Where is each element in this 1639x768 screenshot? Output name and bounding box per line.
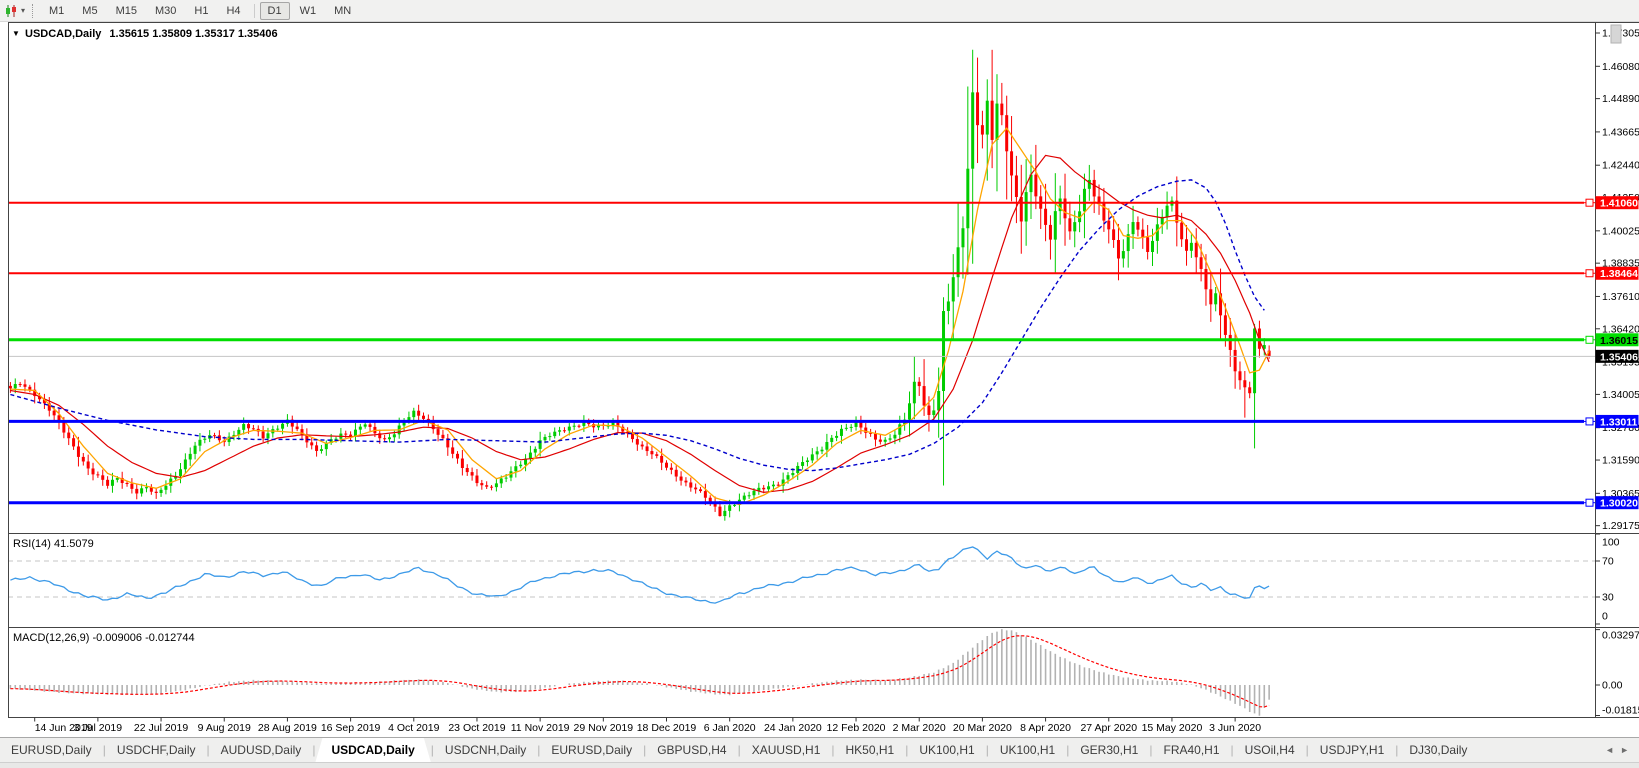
timeframe-button-M5[interactable]: M5 (74, 2, 105, 20)
chart-tool-button[interactable]: ▾ (0, 0, 30, 21)
date-tick-label: 6 Jan 2020 (704, 722, 756, 734)
chart-tab-USDJPY-H1[interactable]: USDJPY,H1 (1309, 738, 1395, 762)
chart-tab-USDCAD-Daily[interactable]: USDCAD,Daily (315, 738, 430, 762)
date-tick-label: 8 Apr 2020 (1020, 722, 1071, 734)
date-tick-label: 3 Jul 2019 (74, 722, 123, 734)
level-anchor-marker[interactable] (1586, 270, 1593, 277)
tab-scroll-arrows: ◄ ► (1595, 738, 1639, 762)
chart-tab-EURUSD-Daily[interactable]: EURUSD,Daily (0, 738, 103, 762)
date-tick-label: 24 Jan 2020 (764, 722, 822, 734)
price-tick-label: 1.29175 (1602, 520, 1639, 532)
date-tick-label: 11 Nov 2019 (511, 722, 570, 734)
timeframe-button-H4[interactable]: H4 (218, 2, 248, 20)
timeframe-button-H1[interactable]: H1 (186, 2, 216, 20)
date-tick-label: 28 Aug 2019 (258, 722, 317, 734)
chart-tab-XAUUSD-H1[interactable]: XAUUSD,H1 (741, 738, 832, 762)
date-tick-label: 29 Nov 2019 (574, 722, 634, 734)
price-tick-label: 1.37610 (1602, 291, 1639, 303)
toolbar-separator (254, 4, 255, 18)
chart-tab-EURUSD-Daily[interactable]: EURUSD,Daily (540, 738, 643, 762)
status-strip (0, 762, 1639, 768)
timeframe-button-W1[interactable]: W1 (292, 2, 325, 20)
price-level-badge-label: 1.33011 (1600, 416, 1638, 428)
price-tick-label: 1.43665 (1602, 126, 1639, 138)
chart-tab-USDCNH-Daily[interactable]: USDCNH,Daily (434, 738, 537, 762)
price-level-badge-label: 1.41060 (1600, 198, 1638, 210)
macd-tick-label: -0.018154 (1602, 705, 1639, 717)
timeframe-button-M1[interactable]: M1 (41, 2, 72, 20)
price-level-badge-label: 1.35406 (1600, 351, 1638, 363)
price-tick-label: 1.42440 (1602, 160, 1639, 172)
chart-tab-UK100-H1[interactable]: UK100,H1 (989, 738, 1066, 762)
date-tick-label: 22 Jul 2019 (134, 722, 188, 734)
date-tick-label: 23 Oct 2019 (448, 722, 505, 734)
top-toolbar: ▾ M1M5M15M30H1H4 D1W1MN (0, 0, 1639, 22)
candlestick-chart-icon (4, 4, 19, 18)
price-tick-label: 1.34005 (1602, 389, 1639, 401)
chart-background (0, 22, 1639, 737)
date-tick-label: 18 Dec 2019 (637, 722, 697, 734)
timeframe-button-MN[interactable]: MN (326, 2, 359, 20)
rsi-tick-label: 100 (1602, 537, 1620, 549)
tab-scroll-right-icon[interactable]: ► (1620, 745, 1629, 755)
tab-separator: | (312, 738, 315, 762)
level-anchor-marker[interactable] (1586, 336, 1593, 343)
timeframe-button-M15[interactable]: M15 (108, 2, 145, 20)
rsi-tick-label: 70 (1602, 556, 1614, 568)
chart-tab-USDCHF-Daily[interactable]: USDCHF,Daily (106, 738, 207, 762)
collapse-triangle-icon[interactable]: ▼ (12, 29, 20, 38)
tab-scroll-left-icon[interactable]: ◄ (1605, 745, 1614, 755)
chart-tab-AUDUSD-Daily[interactable]: AUDUSD,Daily (210, 738, 313, 762)
level-anchor-marker[interactable] (1586, 199, 1593, 206)
date-tick-label: 9 Aug 2019 (198, 722, 251, 734)
timeframe-button-D1[interactable]: D1 (260, 2, 290, 20)
toolbar-grip[interactable] (32, 4, 35, 18)
price-tick-label: 1.31590 (1602, 455, 1639, 467)
chart-tab-bar: EURUSD,Daily|USDCHF,Daily|AUDUSD,Daily|U… (0, 737, 1639, 762)
level-anchor-marker[interactable] (1586, 418, 1593, 425)
chart-tab-USOil-H4[interactable]: USOil,H4 (1234, 738, 1306, 762)
chart-tab-DJ30-Daily[interactable]: DJ30,Daily (1398, 738, 1478, 762)
date-tick-label: 16 Sep 2019 (321, 722, 381, 734)
date-tick-label: 4 Oct 2019 (388, 722, 440, 734)
macd-tick-label: 0.00 (1602, 680, 1623, 692)
chart-tab-GBPUSD-H4[interactable]: GBPUSD,H4 (646, 738, 737, 762)
level-anchor-marker[interactable] (1586, 499, 1593, 506)
chart-tab-UK100-H1[interactable]: UK100,H1 (908, 738, 985, 762)
macd-tick-label: 0.032972 (1602, 630, 1639, 642)
chart-title: USDCAD,Daily1.35615 1.35809 1.35317 1.35… (25, 28, 278, 40)
chart-tab-FRA40-H1[interactable]: FRA40,H1 (1152, 738, 1230, 762)
date-tick-label: 15 May 2020 (1142, 722, 1203, 734)
timeframe-button-M30[interactable]: M30 (147, 2, 184, 20)
price-level-badge-label: 1.38464 (1600, 268, 1638, 280)
chevron-down-icon: ▾ (21, 6, 25, 15)
chart-canvas[interactable]: 1.473051.460801.448901.436651.424401.412… (0, 22, 1639, 737)
chart-tab-GER30-H1[interactable]: GER30,H1 (1069, 738, 1149, 762)
date-tick-label: 2 Mar 2020 (893, 722, 946, 734)
rsi-indicator-label: RSI(14) 41.5079 (13, 538, 94, 550)
date-tick-label: 20 Mar 2020 (953, 722, 1012, 734)
price-level-badge-label: 1.36015 (1600, 335, 1638, 347)
macd-indicator-label: MACD(12,26,9) -0.009006 -0.012744 (13, 632, 195, 644)
price-tick-label: 1.40025 (1602, 225, 1639, 237)
scrollbar-thumb[interactable] (1611, 25, 1621, 43)
date-tick-label: 27 Apr 2020 (1080, 722, 1137, 734)
price-level-badge-label: 1.30020 (1600, 498, 1638, 510)
price-tick-label: 1.46080 (1602, 61, 1639, 73)
price-tick-label: 1.44890 (1602, 93, 1639, 105)
rsi-tick-label: 30 (1602, 592, 1614, 604)
date-tick-label: 12 Feb 2020 (827, 722, 886, 734)
date-tick-label: 3 Jun 2020 (1209, 722, 1261, 734)
rsi-tick-label: 0 (1602, 611, 1608, 623)
chart-tab-HK50-H1[interactable]: HK50,H1 (835, 738, 906, 762)
